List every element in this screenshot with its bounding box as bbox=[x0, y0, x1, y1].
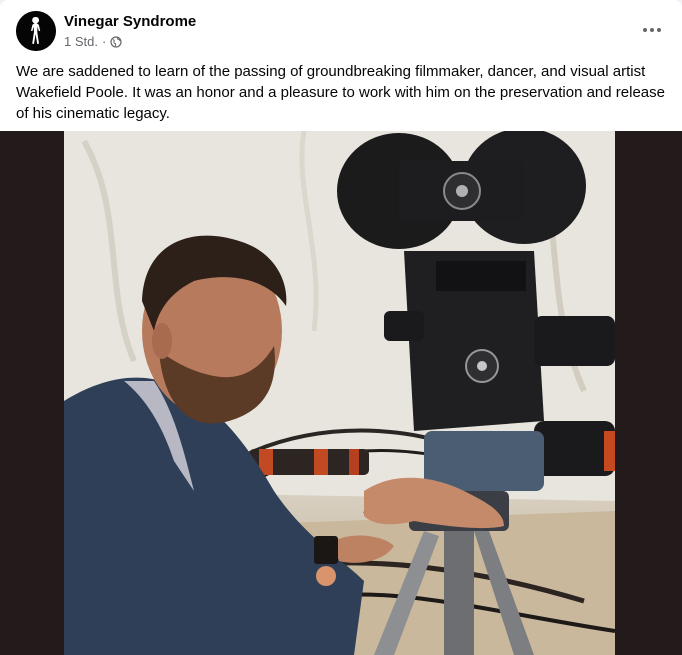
post-media[interactable] bbox=[0, 131, 682, 655]
more-horizontal-icon bbox=[643, 28, 661, 32]
post-meta: Vinegar Syndrome 1 Std. · bbox=[64, 12, 196, 51]
page-avatar[interactable] bbox=[16, 11, 56, 51]
post-text: We are saddened to learn of the passing … bbox=[16, 63, 665, 122]
post-subline: 1 Std. · bbox=[64, 33, 196, 51]
separator-dot: · bbox=[101, 33, 107, 49]
post-header: Vinegar Syndrome 1 Std. · bbox=[16, 11, 196, 51]
silhouette-logo-icon bbox=[16, 11, 56, 51]
post-timestamp[interactable]: 1 Std. bbox=[64, 33, 98, 51]
feed-post: Vinegar Syndrome 1 Std. · We are saddene… bbox=[0, 0, 682, 655]
page-name-link[interactable]: Vinegar Syndrome bbox=[64, 12, 196, 32]
post-options-button[interactable] bbox=[638, 16, 666, 44]
man-with-film-camera-photo[interactable] bbox=[64, 131, 615, 655]
globe-icon[interactable] bbox=[110, 35, 122, 48]
